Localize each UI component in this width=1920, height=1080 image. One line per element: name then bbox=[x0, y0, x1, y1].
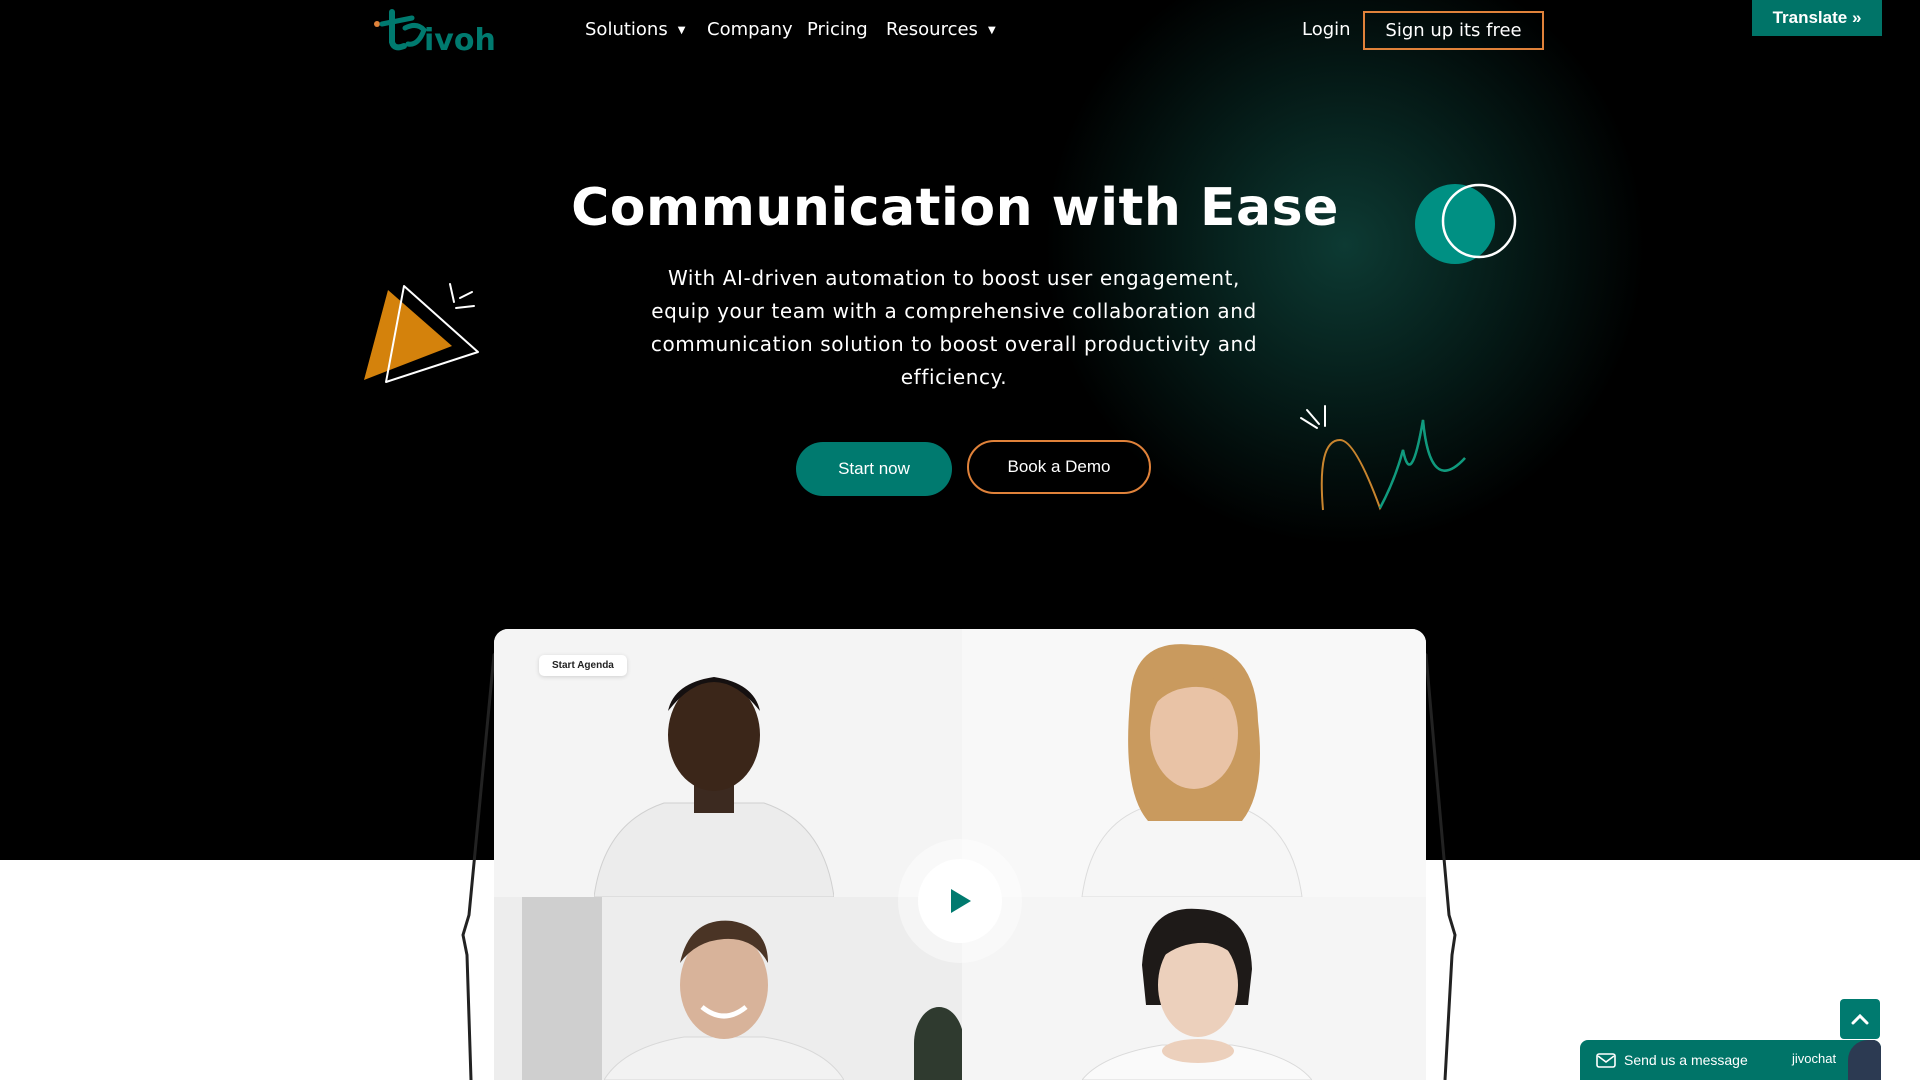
circles-decoration-icon bbox=[1415, 183, 1517, 264]
play-button[interactable] bbox=[918, 859, 1002, 943]
envelope-icon bbox=[1596, 1053, 1616, 1068]
play-icon bbox=[951, 889, 971, 913]
participant-avatar bbox=[1082, 908, 1312, 1080]
nav-solutions-label: Solutions bbox=[585, 19, 668, 40]
video-tile bbox=[962, 629, 1426, 897]
play-button-halo bbox=[898, 839, 1022, 963]
nav-pricing-label: Pricing bbox=[807, 19, 868, 40]
chat-widget[interactable]: Send us a message jivochat bbox=[1580, 1040, 1881, 1080]
login-link[interactable]: Login bbox=[1302, 19, 1351, 40]
site-logo[interactable]: ivoh bbox=[372, 4, 502, 56]
signup-button[interactable]: Sign up its free bbox=[1363, 11, 1544, 50]
video-tile bbox=[962, 897, 1426, 1080]
video-tile bbox=[494, 897, 962, 1080]
video-tile: Start Agenda bbox=[494, 629, 962, 897]
hero-subtitle: With AI-driven automation to boost user … bbox=[650, 266, 1258, 389]
top-navigation: ivoh Solutions ▼ Company Pricing Resource… bbox=[0, 0, 1920, 60]
agent-avatar bbox=[1848, 1040, 1881, 1080]
participant-avatar bbox=[594, 677, 834, 897]
video-preview: Start Agenda bbox=[494, 629, 1426, 1080]
triangle-decoration-icon bbox=[364, 283, 479, 383]
start-now-button[interactable]: Start now bbox=[796, 442, 952, 496]
squiggle-decoration-icon bbox=[1300, 405, 1466, 511]
book-demo-button[interactable]: Book a Demo bbox=[967, 440, 1151, 494]
nav-resources[interactable]: Resources ▼ bbox=[886, 19, 996, 40]
nav-company[interactable]: Company bbox=[707, 19, 793, 40]
translate-button[interactable]: Translate » bbox=[1752, 0, 1882, 36]
chat-brand: jivochat bbox=[1792, 1051, 1837, 1066]
nav-solutions[interactable]: Solutions ▼ bbox=[585, 19, 685, 40]
nav-pricing[interactable]: Pricing bbox=[807, 19, 868, 40]
participant-avatar bbox=[604, 920, 844, 1080]
caret-down-icon: ▼ bbox=[677, 25, 686, 36]
start-agenda-badge: Start Agenda bbox=[539, 655, 627, 676]
hero-title: Communication with Ease bbox=[571, 178, 1339, 238]
caret-down-icon: ▼ bbox=[987, 25, 996, 36]
nav-company-label: Company bbox=[707, 19, 793, 40]
scroll-to-top-button[interactable] bbox=[1840, 999, 1880, 1039]
svg-text:ivoh: ivoh bbox=[424, 23, 496, 56]
chevron-up-icon bbox=[1851, 1013, 1869, 1025]
participant-avatar bbox=[1081, 644, 1303, 897]
nav-resources-label: Resources bbox=[886, 19, 978, 40]
chat-label: Send us a message bbox=[1624, 1052, 1748, 1068]
